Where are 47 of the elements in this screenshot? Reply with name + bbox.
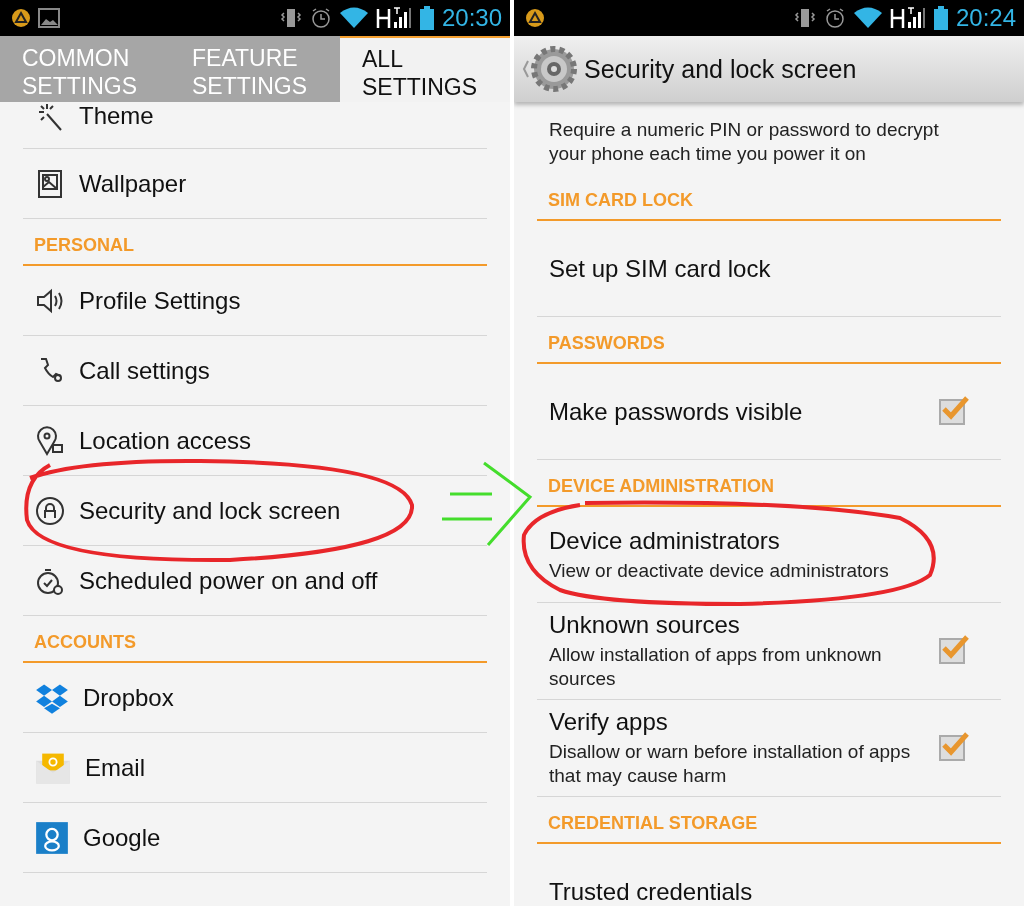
battery-icon [933,6,948,30]
app-icon [526,9,544,27]
location-pin-icon [35,425,65,456]
section-header: CREDENTIAL STORAGE [548,813,758,834]
item-title[interactable]: Trusted credentials [549,878,1001,906]
section-header: SIM CARD LOCK [548,190,693,211]
signal-icon [889,6,926,30]
settings-item[interactable]: Dropbox [23,663,487,733]
settings-item[interactable]: Profile Settings [23,266,487,336]
item-summary: Disallow or warn before installation of apps that may cause harm [549,740,912,788]
settings-tab[interactable]: ALL SETTINGS [340,36,510,102]
image-icon [38,7,60,29]
section-header: PERSONAL [34,235,134,256]
clock-time: 20:30 [441,4,502,32]
section-header: DEVICE ADMINISTRATION [548,476,774,497]
settings-item[interactable]: Scheduled power on and off [23,546,487,616]
item-summary: Allow installation of apps from unknown sources [549,643,883,691]
settings-item[interactable]: Location access [23,406,487,476]
settings-item[interactable]: Email [23,733,487,803]
item-title[interactable]: Unknown sources [549,611,919,639]
wifi-icon [339,7,368,29]
item-title[interactable]: Device administrators [549,526,1001,555]
settings-item[interactable]: Call settings [23,336,487,406]
item-title[interactable]: Make passwords visible [549,397,919,426]
alarm-clock-icon [309,7,332,29]
signal-icon [375,6,412,30]
wifi-icon [853,7,882,29]
section-header: ACCOUNTS [34,632,136,653]
item-title[interactable]: Verify apps [549,708,919,736]
settings-item[interactable]: Google [23,803,487,873]
settings-item[interactable]: Security and lock screen [23,476,487,546]
picture-frame-icon [35,168,65,199]
item-summary: View or deactivate device administrators [549,558,890,583]
alarm-clock-icon [823,7,846,29]
screen-title: Security and lock screen [584,54,857,84]
lock-icon [35,495,65,526]
settings-item[interactable]: Theme [23,102,487,149]
settings-item[interactable]: Wallpaper [23,149,487,219]
battery-icon [419,6,434,30]
vibrate-icon [279,7,302,29]
item-summary: Require a numeric PIN or password to decrypt your phone each time you power it on [549,119,939,164]
item-title[interactable]: Set up SIM card lock [549,254,1001,283]
section-header: PASSWORDS [548,333,665,354]
google-g-icon [35,820,69,855]
clock-time: 20:24 [955,4,1016,32]
app-icon [12,9,30,27]
vibrate-icon [793,7,816,29]
